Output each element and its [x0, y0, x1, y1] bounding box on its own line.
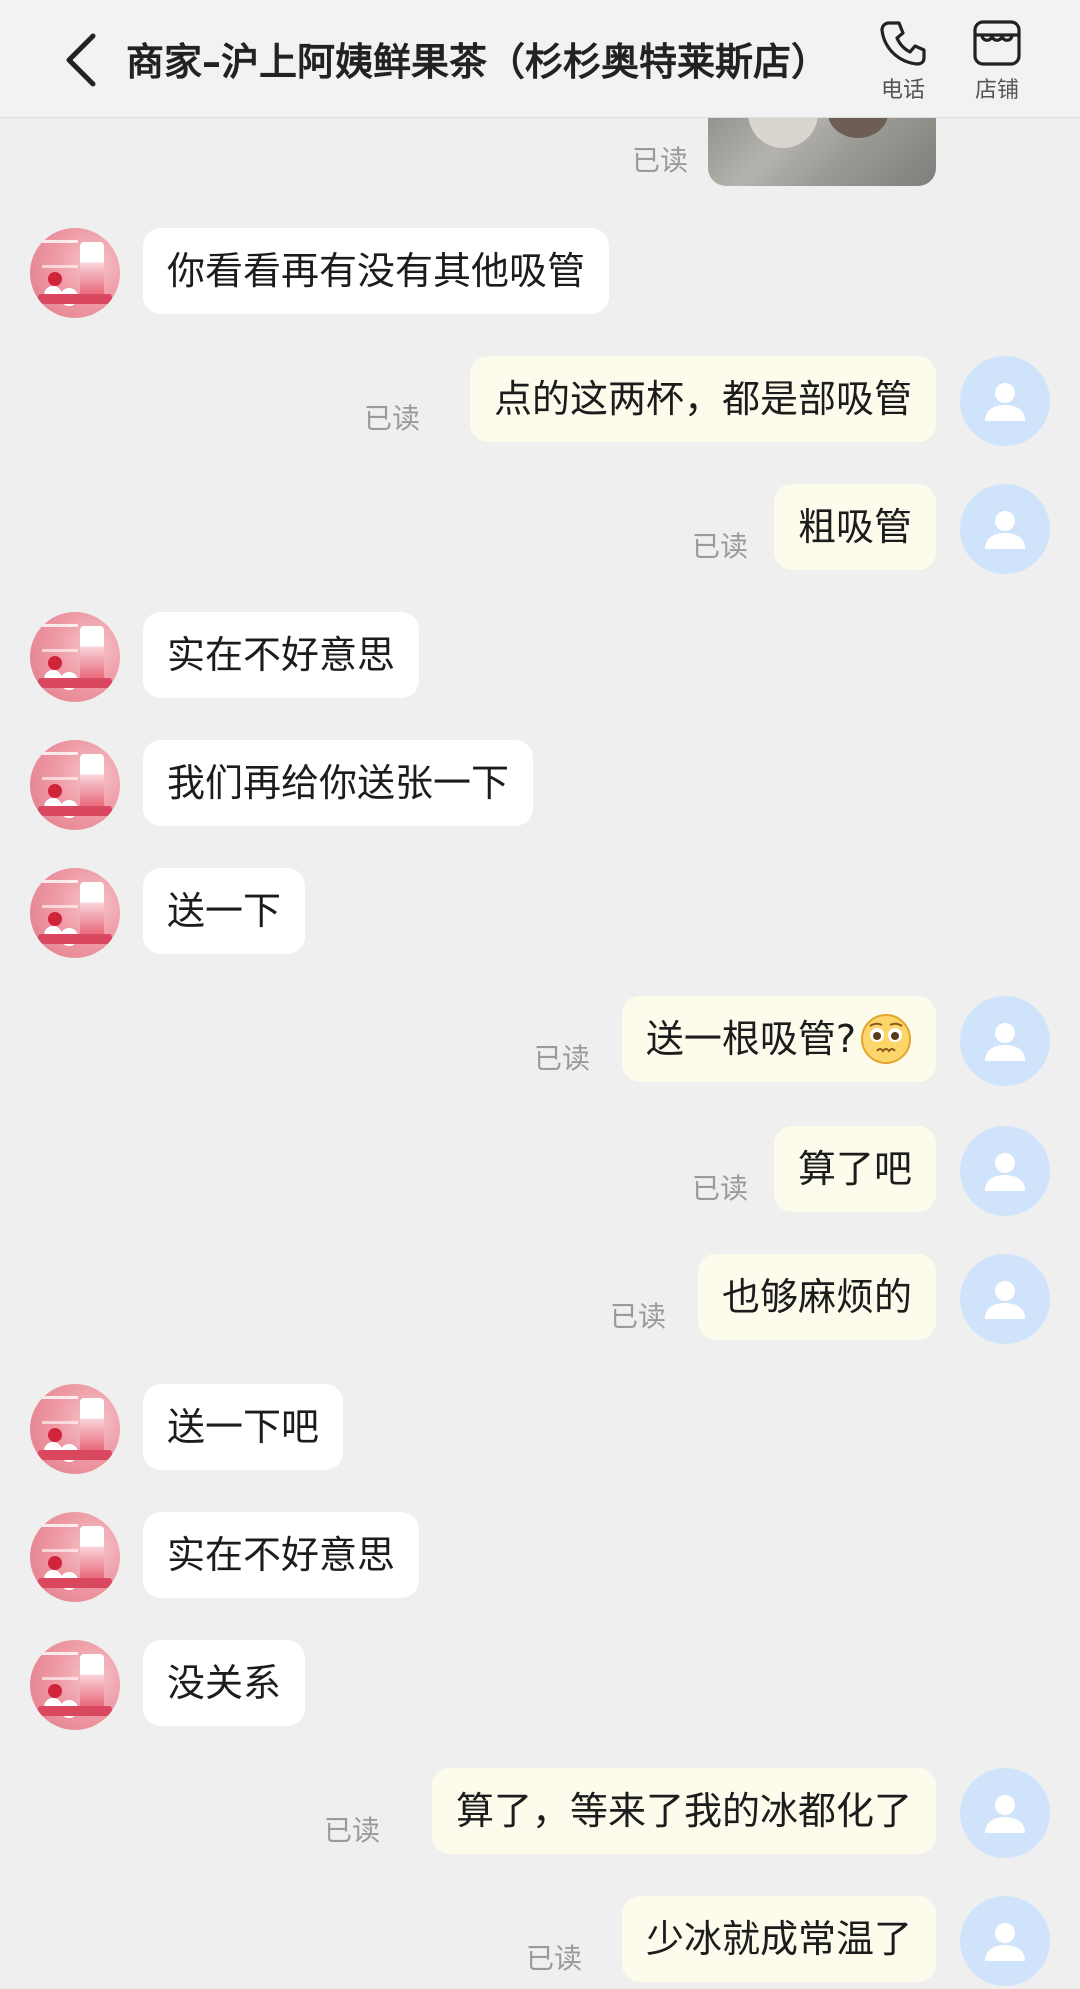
merchant-avatar[interactable]	[30, 612, 120, 702]
user-avatar[interactable]	[960, 1254, 1050, 1344]
pleading-face-emoji-icon	[861, 1013, 911, 1064]
message-bubble[interactable]: 送一下吧	[143, 1384, 344, 1470]
merchant-avatar[interactable]	[30, 1512, 120, 1602]
phone-icon	[880, 21, 926, 66]
person-icon	[985, 1923, 1025, 1961]
merchant-avatar[interactable]	[30, 868, 120, 958]
store-label: 店铺	[974, 78, 1019, 103]
merchant-avatar[interactable]	[30, 1640, 120, 1730]
person-icon	[985, 1153, 1025, 1191]
message-bubble[interactable]: 我们再给你送张一下	[143, 740, 534, 826]
merchant-avatar[interactable]	[30, 228, 120, 318]
image-content	[828, 118, 888, 138]
phone-button[interactable]: 电话	[858, 18, 948, 108]
store-button[interactable]: 店铺	[952, 18, 1042, 108]
user-avatar[interactable]	[960, 484, 1050, 574]
message-bubble[interactable]: 你看看再有没有其他吸管	[143, 228, 610, 314]
message-bubble[interactable]: 送一下	[143, 868, 306, 954]
person-icon	[985, 1023, 1025, 1061]
read-status: 已读	[324, 1814, 381, 1847]
message-bubble[interactable]: 粗吸管	[773, 484, 936, 570]
image-message[interactable]	[708, 118, 936, 186]
merchant-avatar[interactable]	[30, 740, 120, 830]
chevron-left-icon	[66, 33, 96, 87]
user-avatar[interactable]	[960, 1126, 1050, 1216]
read-status: 已读	[526, 1942, 583, 1975]
store-icon	[973, 20, 1021, 66]
user-avatar[interactable]	[960, 1768, 1050, 1858]
user-avatar[interactable]	[960, 996, 1050, 1086]
message-bubble[interactable]: 点的这两杯，都是部吸管	[469, 356, 936, 442]
user-avatar[interactable]	[960, 1896, 1050, 1986]
message-bubble[interactable]: 实在不好意思	[143, 1512, 420, 1598]
read-status: 已读	[364, 402, 421, 435]
read-status: 已读	[610, 1300, 667, 1333]
message-bubble[interactable]: 送一根吸管?	[621, 996, 936, 1082]
person-icon	[985, 383, 1025, 421]
merchant-avatar[interactable]	[30, 1384, 120, 1474]
message-bubble[interactable]: 实在不好意思	[143, 612, 420, 698]
read-status: 已读	[534, 1042, 591, 1075]
person-icon	[985, 511, 1025, 549]
read-status: 已读	[692, 1172, 749, 1205]
phone-label: 电话	[880, 78, 925, 103]
person-icon	[985, 1795, 1025, 1833]
read-status: 已读	[632, 144, 689, 177]
message-bubble[interactable]: 也够麻烦的	[697, 1254, 936, 1340]
read-status: 已读	[692, 530, 749, 563]
message-bubble[interactable]: 算了，等来了我的冰都化了	[431, 1768, 936, 1854]
image-content	[748, 118, 818, 148]
message-bubble[interactable]: 少冰就成常温了	[621, 1896, 936, 1982]
chat-header: 商家–沪上阿姨鲜果茶（杉杉奥特莱斯店） 电话 店铺	[0, 0, 1080, 118]
user-avatar[interactable]	[960, 356, 1050, 446]
back-button[interactable]	[52, 28, 108, 92]
message-bubble[interactable]: 没关系	[143, 1640, 306, 1726]
person-icon	[985, 1281, 1025, 1319]
message-text: 送一根吸管?	[645, 1017, 856, 1061]
chat-area[interactable]: 已读 你看看再有没有其他吸管 已读 点的这两杯，都是部吸管 已读 粗吸管 实在不…	[0, 118, 1080, 1989]
message-bubble[interactable]: 算了吧	[773, 1126, 936, 1212]
page-title: 商家–沪上阿姨鲜果茶（杉杉奥特莱斯店）	[126, 40, 830, 84]
